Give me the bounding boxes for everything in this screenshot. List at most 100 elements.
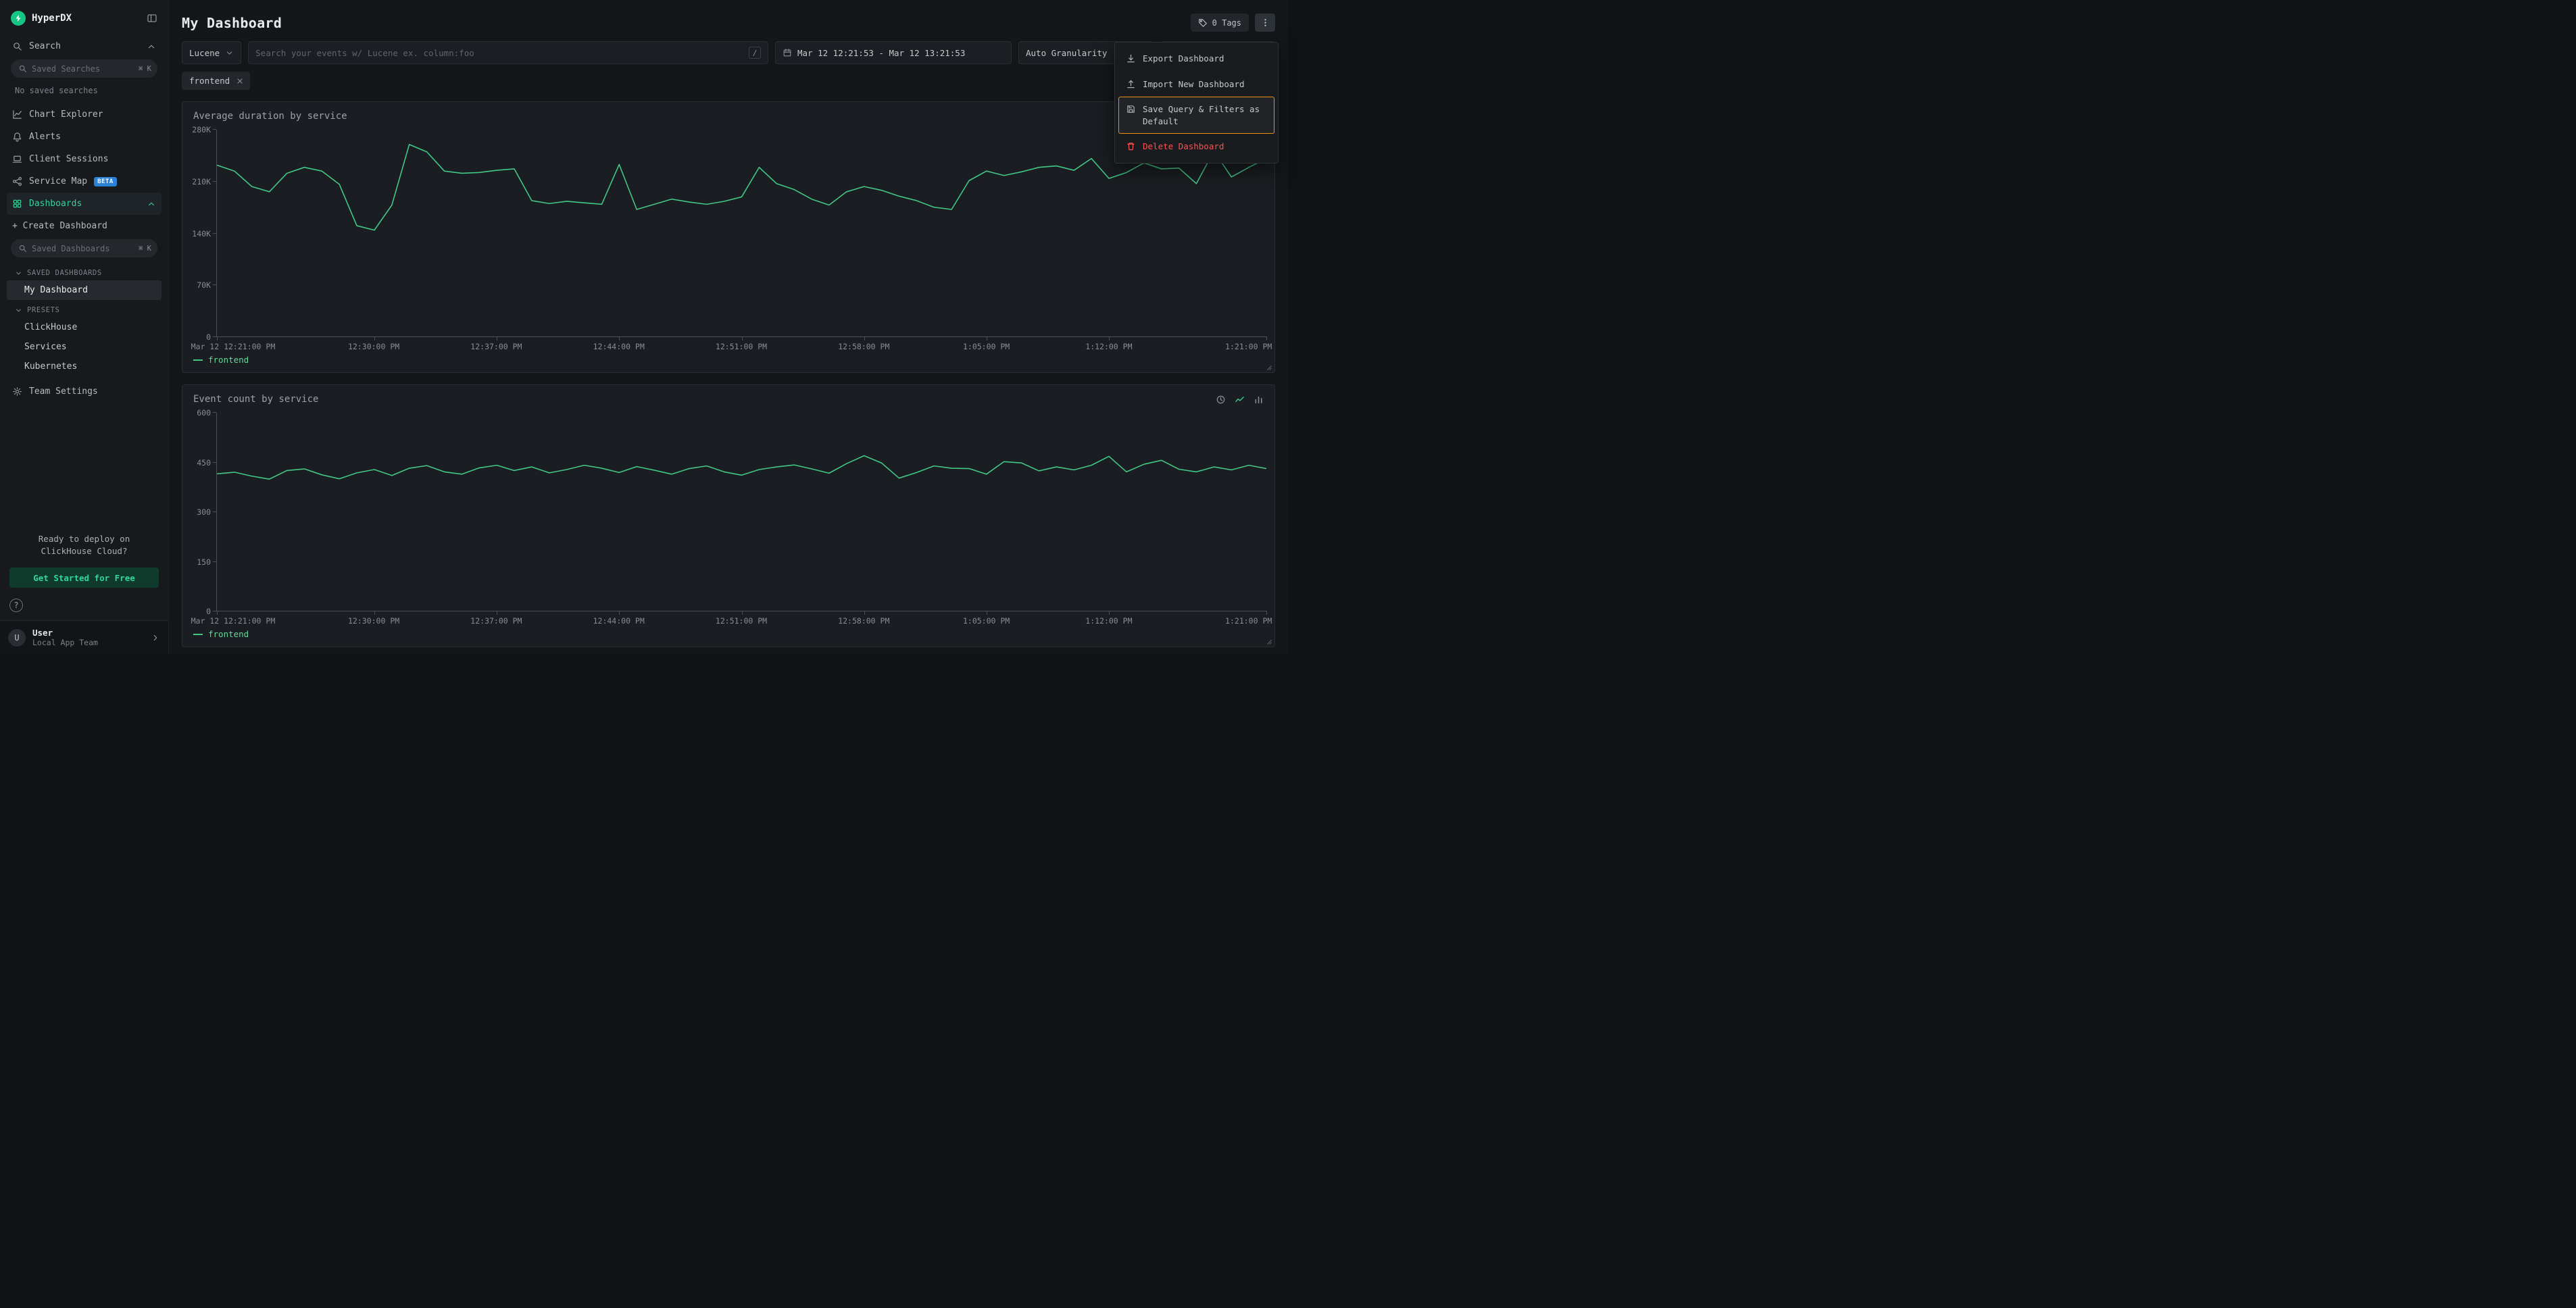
help-icon[interactable]: ? [9,599,23,612]
menu-item-export-dashboard[interactable]: Export Dashboard [1118,46,1274,72]
sidebar-item-label: Alerts [29,132,156,142]
shortcut-badge: ⌘ K [139,65,151,73]
search-icon [12,41,22,51]
chart-panel-average-duration: Average duration by service 070K140K210K… [182,101,1275,373]
create-dashboard-label: + Create Dashboard [12,221,156,231]
clickhouse-cloud-promo-text: Ready to deploy on ClickHouse Cloud? [0,525,168,567]
main-content: My Dashboard 0 Tags Lucene / [169,0,1288,654]
app-root: HyperDX Search ⌘ K No saved searches Cha… [0,0,1288,654]
sidebar-item-chart-explorer[interactable]: Chart Explorer [7,103,162,126]
time-icon[interactable] [1216,395,1226,405]
sidebar-dashboard-my-dashboard[interactable]: My Dashboard [7,280,162,300]
service-map-icon [12,176,22,186]
menu-item-delete-dashboard[interactable]: Delete Dashboard [1118,134,1274,159]
sidebar-item-client-sessions[interactable]: Client Sessions [7,148,162,170]
chevron-up-icon [147,42,156,51]
chevron-down-icon [15,307,22,314]
slash-shortcut-badge: / [749,47,761,59]
filter-chip-label: frontend [189,76,230,86]
sidebar-preset-services[interactable]: Services [7,337,162,357]
query-language-select[interactable]: Lucene [182,41,241,64]
chart-title: Event count by service [193,394,318,405]
time-range-picker[interactable]: Mar 12 12:21:53 - Mar 12 13:21:53 [775,41,1012,64]
saved-searches-input[interactable] [32,64,134,74]
menu-item-save-default[interactable]: Save Query & Filters as Default [1118,97,1274,134]
filter-chip-frontend[interactable]: frontend [182,72,250,90]
chart-legend: frontend [182,352,1274,372]
get-started-button[interactable]: Get Started for Free [9,568,159,588]
y-axis: 0150300450600 [187,413,216,611]
section-label: PRESETS [27,306,59,314]
menu-item-label: Save Query & Filters as Default [1143,103,1267,127]
kebab-menu-icon [1260,18,1270,28]
chart-panel-event-count: Event count by service 0150 [182,384,1275,647]
avatar: U [8,629,26,647]
import-icon [1126,79,1136,89]
legend-color-swatch [193,634,203,635]
sidebar-preset-kubernetes[interactable]: Kubernetes [7,357,162,376]
chevron-up-icon [147,199,156,209]
saved-dashboards-input[interactable] [32,244,134,253]
sidebar-item-service-map[interactable]: Service Map BETA [7,170,162,193]
app-title: HyperDX [32,13,141,24]
section-presets[interactable]: PRESETS [7,300,162,318]
section-label: SAVED DASHBOARDS [27,269,102,277]
shortcut-badge: ⌘ K [139,245,151,253]
event-search-box[interactable]: / [248,41,768,64]
user-menu[interactable]: U User Local App Team [0,620,168,654]
sidebar-item-dashboards[interactable]: Dashboards [7,193,162,215]
legend-label[interactable]: frontend [208,629,249,639]
chart-legend: frontend [182,626,1274,647]
tags-button[interactable]: 0 Tags [1191,14,1249,32]
create-dashboard-button[interactable]: + Create Dashboard [7,215,162,237]
sidebar-collapse-icon[interactable] [147,13,157,24]
sidebar-item-label: Chart Explorer [29,109,156,120]
search-icon [18,64,27,73]
bar-chart-icon[interactable] [1254,395,1264,405]
panel-resize-handle[interactable] [1264,637,1272,645]
logo-row: HyperDX [7,8,162,35]
user-name: User [32,628,144,638]
menu-item-import-dashboard[interactable]: Import New Dashboard [1118,72,1274,97]
x-axis: Mar 12 12:21:00 PM12:30:00 PM12:37:00 PM… [216,337,1266,352]
menu-item-label: Import New Dashboard [1143,78,1245,91]
sidebar-item-label: Dashboards [29,199,140,209]
line-chart-icon[interactable] [1235,395,1245,405]
gear-icon [12,386,22,397]
menu-item-label: Delete Dashboard [1143,141,1224,153]
chevron-down-icon [15,270,22,277]
sidebar-item-alerts[interactable]: Alerts [7,126,162,148]
trash-icon [1126,141,1136,151]
sidebar-item-search[interactable]: Search [7,35,162,57]
calendar-icon [783,48,792,57]
legend-label[interactable]: frontend [208,355,249,365]
saved-searches-search[interactable]: ⌘ K [11,59,157,78]
event-search-input[interactable] [255,48,743,58]
no-saved-searches-text: No saved searches [7,83,162,103]
sidebar-item-label: Team Settings [29,386,156,397]
section-saved-dashboards[interactable]: SAVED DASHBOARDS [7,263,162,280]
panel-resize-handle[interactable] [1264,363,1272,370]
dashboard-actions-menu: Export Dashboard Import New Dashboard Sa… [1114,42,1279,164]
sidebar-item-label: Client Sessions [29,154,156,164]
chart-toolbar [1216,395,1264,405]
export-icon [1126,53,1136,64]
menu-item-label: Export Dashboard [1143,53,1224,65]
dashboard-menu-button[interactable] [1255,14,1275,32]
legend-color-swatch [193,359,203,361]
saved-dashboards-search[interactable]: ⌘ K [11,239,157,257]
laptop-icon [12,154,22,164]
chip-close-icon[interactable] [236,77,244,85]
beta-badge: BETA [94,177,117,186]
chart-plot-area[interactable] [216,130,1266,337]
hyperdx-logo-icon [11,11,26,26]
chart-plot-area[interactable] [216,413,1266,611]
sidebar: HyperDX Search ⌘ K No saved searches Cha… [0,0,169,654]
sidebar-preset-clickhouse[interactable]: ClickHouse [7,318,162,337]
sidebar-item-label: Search [29,41,140,51]
tag-icon [1198,18,1208,28]
sidebar-item-team-settings[interactable]: Team Settings [7,380,162,403]
grid-icon [12,199,22,209]
y-axis: 070K140K210K280K [187,130,216,337]
chart-title: Average duration by service [193,111,347,122]
